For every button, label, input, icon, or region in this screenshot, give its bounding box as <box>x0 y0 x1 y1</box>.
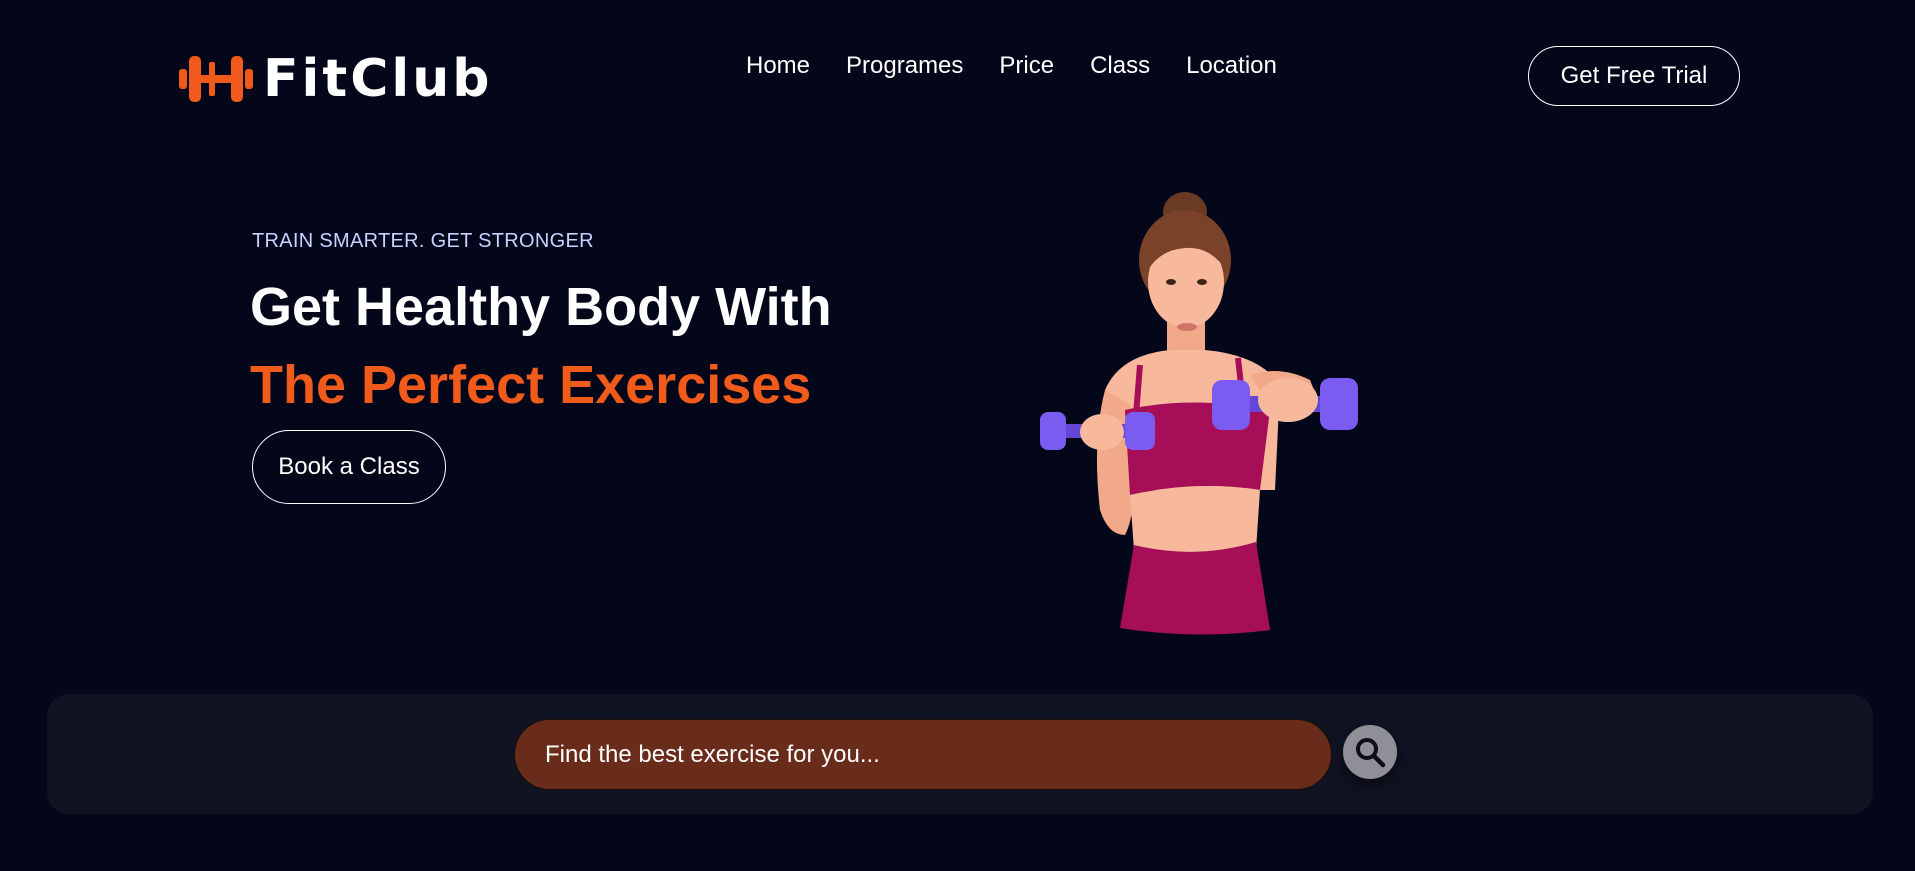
hero-headline-line1: Get Healthy Body With <box>250 277 832 337</box>
nav-item-programes[interactable]: Programes <box>846 50 963 82</box>
landing-page: FitClub Home Programes Price Class Locat… <box>0 0 1915 871</box>
woman-with-dumbbells-illustration <box>1040 192 1358 635</box>
get-free-trial-button[interactable]: Get Free Trial <box>1528 46 1740 106</box>
dumbbell-icon <box>179 56 253 102</box>
nav-item-location[interactable]: Location <box>1186 50 1277 82</box>
logo[interactable]: FitClub <box>179 52 492 106</box>
hero-headline-line2: The Perfect Exercises <box>250 355 812 415</box>
main-nav: Home Programes Price Class Location <box>746 50 1277 82</box>
brand-name: FitClub <box>263 49 493 109</box>
book-class-button[interactable]: Book a Class <box>252 430 446 504</box>
search-input[interactable] <box>514 719 1332 790</box>
nav-item-home[interactable]: Home <box>746 50 810 82</box>
nav-item-class[interactable]: Class <box>1090 50 1150 82</box>
search-icon <box>1356 738 1386 768</box>
nav-item-price[interactable]: Price <box>999 50 1054 82</box>
hero-tagline: TRAIN SMARTER. GET STRONGER <box>252 230 594 252</box>
search-button[interactable] <box>1343 725 1397 779</box>
